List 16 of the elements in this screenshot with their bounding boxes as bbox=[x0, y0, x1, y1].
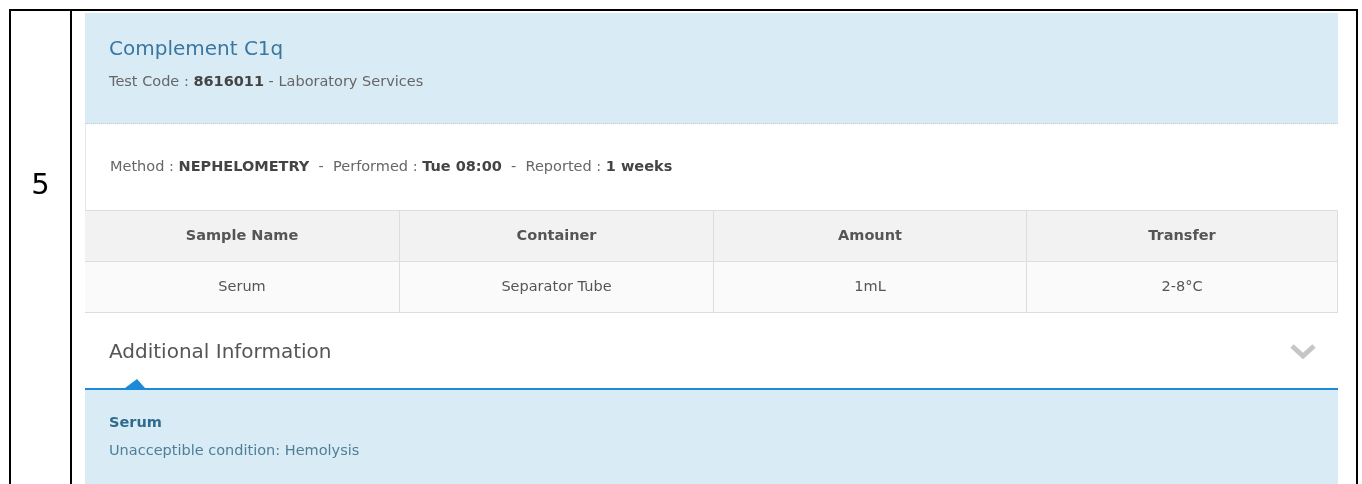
test-code-line: Test Code : 8616011 - Laboratory Services bbox=[109, 72, 425, 91]
column-header: Amount bbox=[714, 211, 1027, 262]
column-header: Transfer bbox=[1027, 211, 1338, 262]
table-cell: 1mL bbox=[714, 262, 1027, 313]
info-text: Unacceptible condition: Hemolysis bbox=[109, 440, 361, 460]
column-header: Container bbox=[400, 211, 714, 262]
table-cell: Separator Tube bbox=[400, 262, 714, 313]
chevron-down-icon[interactable] bbox=[1290, 342, 1316, 359]
info-heading: Serum bbox=[109, 413, 163, 432]
table-cell: Serum bbox=[85, 262, 400, 313]
column-header: Sample Name bbox=[85, 211, 400, 262]
method-line: Method : NEPHELOMETRY - Performed : Tue 08:00 - Reported : 1 weeks bbox=[110, 157, 673, 177]
test-title: Complement C1q bbox=[109, 35, 285, 62]
row-number: 5 bbox=[31, 166, 50, 204]
section-title: Additional Information bbox=[109, 337, 332, 365]
table-cell: 2-8°C bbox=[1027, 262, 1338, 313]
